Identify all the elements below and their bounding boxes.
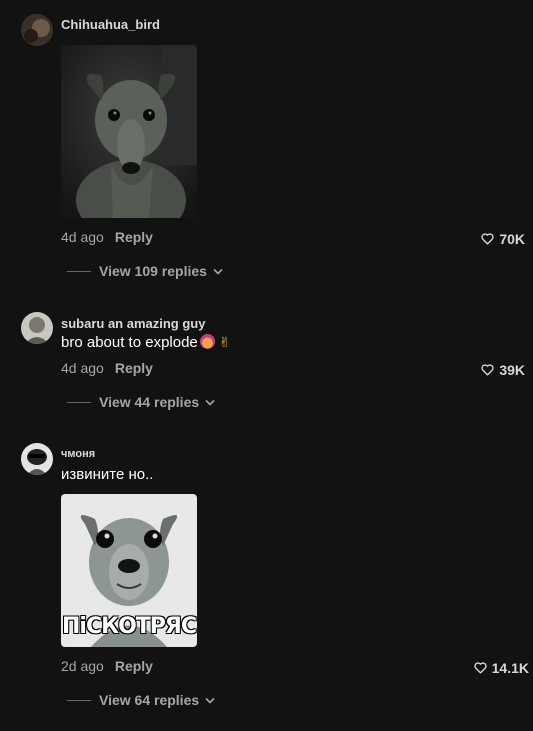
like-button[interactable]: 14.1K: [474, 660, 529, 676]
heart-icon: [474, 662, 487, 674]
like-count: 39K: [499, 362, 525, 378]
avatar[interactable]: [21, 14, 53, 46]
heart-icon: [481, 233, 494, 245]
reply-button[interactable]: Reply: [115, 360, 153, 376]
comment-text-content: bro about to explode: [61, 334, 198, 351]
view-replies-label: View 109 replies: [99, 263, 207, 279]
view-replies-button[interactable]: View 44 replies: [67, 394, 215, 410]
greyhound-photo: [61, 45, 197, 218]
view-replies-button[interactable]: View 64 replies: [67, 692, 215, 708]
comment-meta: 4d ago Reply: [61, 229, 153, 245]
divider-line: [67, 270, 91, 272]
heart-icon: [481, 364, 494, 376]
exploding-head-emoji-icon: [199, 334, 215, 349]
comment-meta: 2d ago Reply: [61, 658, 153, 674]
like-count: 14.1K: [491, 660, 529, 676]
chevron-down-icon: [213, 268, 223, 275]
chevron-down-icon: [205, 697, 215, 704]
comment-meta: 4d ago Reply: [61, 360, 153, 376]
comment-age: 2d ago: [61, 658, 104, 674]
username[interactable]: чмоня: [61, 448, 95, 460]
username[interactable]: Chihuahua_bird: [61, 17, 160, 32]
meme-caption: ПіСКОТРЯС: [62, 614, 197, 639]
like-button[interactable]: 70K: [481, 231, 525, 247]
username[interactable]: subaru an amazing guy: [61, 316, 205, 331]
comment-age: 4d ago: [61, 229, 104, 245]
like-count: 70K: [499, 231, 525, 247]
avatar-image: [21, 443, 53, 475]
avatar[interactable]: [21, 443, 53, 475]
chevron-down-icon: [205, 399, 215, 406]
victory-hand-emoji-icon: ✌: [218, 334, 231, 350]
view-replies-button[interactable]: View 109 replies: [67, 263, 223, 279]
avatar-image: [21, 312, 53, 344]
comment-age: 4d ago: [61, 360, 104, 376]
view-replies-label: View 64 replies: [99, 692, 200, 708]
reply-button[interactable]: Reply: [115, 658, 153, 674]
comment-text: bro about to explode ✌: [61, 334, 231, 351]
comment-image[interactable]: [61, 45, 197, 218]
reply-button[interactable]: Reply: [115, 229, 153, 245]
view-replies-label: View 44 replies: [99, 394, 200, 410]
comment-image[interactable]: ПіСКОТРЯС: [61, 494, 197, 647]
comment-text: извините но..: [61, 466, 154, 483]
avatar[interactable]: [21, 312, 53, 344]
avatar-image: [21, 14, 53, 46]
divider-line: [67, 699, 91, 701]
divider-line: [67, 401, 91, 403]
like-button[interactable]: 39K: [481, 362, 525, 378]
